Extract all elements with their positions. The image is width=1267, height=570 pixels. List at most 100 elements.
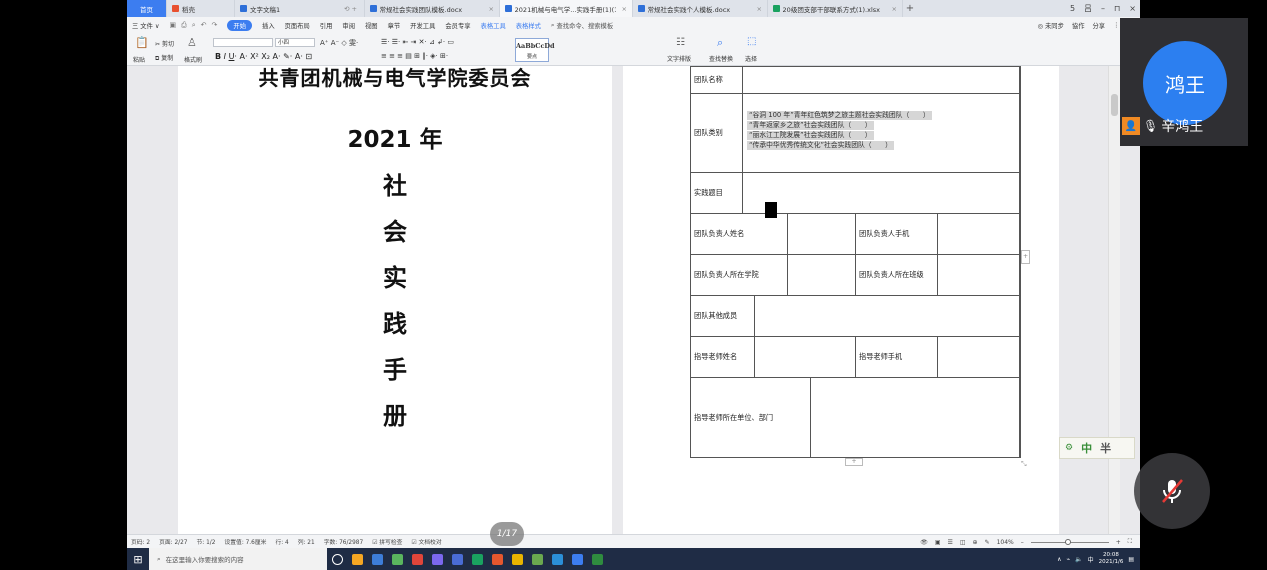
menu-references[interactable]: 引用 xyxy=(320,21,333,30)
paste-icon[interactable]: 📋 xyxy=(135,36,149,49)
zoom-level[interactable]: 104% xyxy=(997,539,1014,546)
notification-icon[interactable]: ▤ xyxy=(1128,556,1134,563)
paste-button[interactable]: 粘贴 xyxy=(133,55,145,64)
menu-start[interactable]: 开始 xyxy=(227,20,253,31)
taskbar-app[interactable] xyxy=(567,548,587,570)
team-type-option[interactable]: “谷洞 100 年”青年红色筑梦之旅主题社会实践团队（ ） xyxy=(747,111,932,120)
style-normal[interactable]: AaBbCcDd 要点 xyxy=(515,38,555,62)
command-search[interactable]: ⌕ 查找命令、搜索模板 xyxy=(551,21,613,31)
tray-chevron-icon[interactable]: ∧ xyxy=(1057,556,1061,563)
zoom-slider-knob[interactable] xyxy=(1064,538,1071,545)
start-button[interactable]: ⊞ xyxy=(127,548,149,570)
preview-icon[interactable]: ⌕ xyxy=(192,21,196,30)
select-button[interactable]: 选择 xyxy=(745,54,757,63)
undo-icon[interactable]: ↶ xyxy=(201,21,207,30)
menu-developer[interactable]: 开发工具 xyxy=(410,21,435,30)
field-topic[interactable] xyxy=(742,172,1021,214)
ime-mode[interactable]: 中 xyxy=(1081,440,1092,456)
status-word-count[interactable]: 字数: 76/2987 xyxy=(324,537,363,546)
team-type-option[interactable]: “丽水江工院发展”社会实践团队（ ） xyxy=(747,131,874,140)
menu-chapter[interactable]: 章节 xyxy=(388,21,401,30)
zoom-slider[interactable] xyxy=(1030,538,1109,545)
menu-table-style[interactable]: 表格样式 xyxy=(516,21,541,30)
doc-proofread-toggle[interactable]: ☑ 文档校对 xyxy=(411,537,441,546)
menu-member[interactable]: 会员专享 xyxy=(445,21,470,30)
clock[interactable]: 20:08 2021/1/6 xyxy=(1099,552,1124,566)
table-resize-icon[interactable]: ⤡ xyxy=(1021,460,1027,469)
more-icon[interactable]: ⋮ xyxy=(1113,22,1119,29)
field-leader-college[interactable] xyxy=(787,254,856,296)
badge-icon[interactable]: 5 xyxy=(1070,4,1075,13)
taskbar-app[interactable] xyxy=(507,548,527,570)
tab-daoke[interactable]: 稻壳 xyxy=(167,0,235,17)
menu-insert[interactable]: 插入 xyxy=(262,21,275,30)
taskbar-app[interactable] xyxy=(447,548,467,570)
taskbar-search[interactable]: ⌕ 在这里输入你要搜索的内容 xyxy=(149,548,327,570)
network-icon[interactable]: ⌁ xyxy=(1067,556,1071,563)
tab-contacts-xlsx[interactable]: 20级团支部干部联系方式(1).xlsx × xyxy=(768,0,903,17)
task-view-icon[interactable] xyxy=(327,548,347,570)
alignment-tools[interactable]: ≡ ≡ ≡ ▤ ⊞ ‖· ◈· ⊞· xyxy=(381,52,448,60)
font-size-select[interactable]: 小四 xyxy=(275,38,315,47)
microphone-mute-button[interactable] xyxy=(1134,453,1210,529)
write-mode-icon[interactable]: ✎ xyxy=(985,539,990,546)
field-team-name[interactable] xyxy=(742,66,1021,94)
taskbar-app[interactable] xyxy=(427,548,447,570)
taskbar-app[interactable] xyxy=(347,548,367,570)
team-type-option[interactable]: “青年返家乡之旅”社会实践团队（ ） xyxy=(747,121,874,130)
menu-file[interactable]: 三 文件 ∨ xyxy=(132,21,160,30)
text-layout-button[interactable]: 文字排版 xyxy=(667,54,691,63)
field-leader-class[interactable] xyxy=(937,254,1021,296)
web-view-icon[interactable]: ⊕ xyxy=(973,539,978,546)
collaborate-button[interactable]: 協作 xyxy=(1072,21,1085,30)
taskbar-app[interactable] xyxy=(467,548,487,570)
menu-table-tools[interactable]: 表格工具 xyxy=(481,21,506,30)
close-icon[interactable]: × xyxy=(489,5,494,13)
tab-personal-template[interactable]: 常规社会实践个人模板.docx × xyxy=(633,0,768,17)
ime-status-bar[interactable]: ⚙ 中 半 xyxy=(1059,437,1135,459)
volume-icon[interactable]: 🔈 xyxy=(1075,556,1082,563)
add-row-icon[interactable]: + xyxy=(845,458,863,466)
menu-view[interactable]: 视图 xyxy=(365,21,378,30)
field-leader-name[interactable] xyxy=(787,213,856,255)
spell-check-toggle[interactable]: ☑ 拼写检查 xyxy=(372,537,402,546)
cut-button[interactable]: ✂ 剪切 xyxy=(155,39,174,48)
minimize-button[interactable]: – xyxy=(1101,4,1105,13)
menu-page-layout[interactable]: 页面布局 xyxy=(285,21,310,30)
ime-half-width[interactable]: 半 xyxy=(1100,440,1111,456)
font-size-tools[interactable]: A⁺ A⁻ ◇ 雯· xyxy=(320,38,358,48)
taskbar-app[interactable] xyxy=(387,548,407,570)
vertical-scrollbar[interactable] xyxy=(1108,66,1120,534)
reading-view-icon[interactable]: ◫ xyxy=(960,539,966,546)
zoom-out-button[interactable]: – xyxy=(1021,539,1024,546)
field-advisor-unit[interactable] xyxy=(810,377,1021,458)
font-format-group[interactable]: B I U· A· X² X₂ A· ✎· A· ⊡ xyxy=(215,52,312,61)
tab-home[interactable]: 首页 xyxy=(127,0,167,17)
taskbar-app[interactable] xyxy=(527,548,547,570)
add-column-icon[interactable]: + xyxy=(1021,250,1030,264)
save-icon[interactable]: ▣ xyxy=(170,21,177,30)
taskbar-app[interactable] xyxy=(367,548,387,570)
tab-practice-handbook[interactable]: 2021机械与电气学...实践手册(1)(1) × xyxy=(500,0,633,17)
maximize-button[interactable]: ⊓ xyxy=(1114,4,1120,13)
find-replace-button[interactable]: 查找替换 xyxy=(709,54,733,63)
find-icon[interactable]: ⌕ xyxy=(717,36,723,50)
text-layout-icon[interactable]: ☷ xyxy=(676,37,685,48)
new-tab-button[interactable]: + xyxy=(903,3,917,14)
field-advisor-phone[interactable] xyxy=(937,336,1021,378)
outline-view-icon[interactable]: ☰ xyxy=(947,539,952,546)
redo-icon[interactable]: ↷ xyxy=(212,21,218,30)
select-icon[interactable]: ⬚ xyxy=(747,36,756,47)
close-icon[interactable]: × xyxy=(892,5,897,13)
ime-icon[interactable]: 中 xyxy=(1088,555,1094,564)
field-team-type[interactable]: “谷洞 100 年”青年红色筑梦之旅主题社会实践团队（ ） “青年返家乡之旅”社… xyxy=(742,93,1021,173)
copy-button[interactable]: ⧉ 复制 xyxy=(155,53,173,63)
tab-document-1[interactable]: 文字文稿1 ⟲ + xyxy=(235,0,365,17)
share-button[interactable]: 分享 xyxy=(1093,21,1106,30)
scrollbar-thumb[interactable] xyxy=(1111,94,1118,116)
close-window-button[interactable]: × xyxy=(1129,4,1136,13)
menu-review[interactable]: 审阅 xyxy=(342,21,355,30)
fit-window-icon[interactable]: ⛶ xyxy=(1128,538,1132,546)
font-name-select[interactable] xyxy=(213,38,273,47)
taskbar-app[interactable] xyxy=(407,548,427,570)
